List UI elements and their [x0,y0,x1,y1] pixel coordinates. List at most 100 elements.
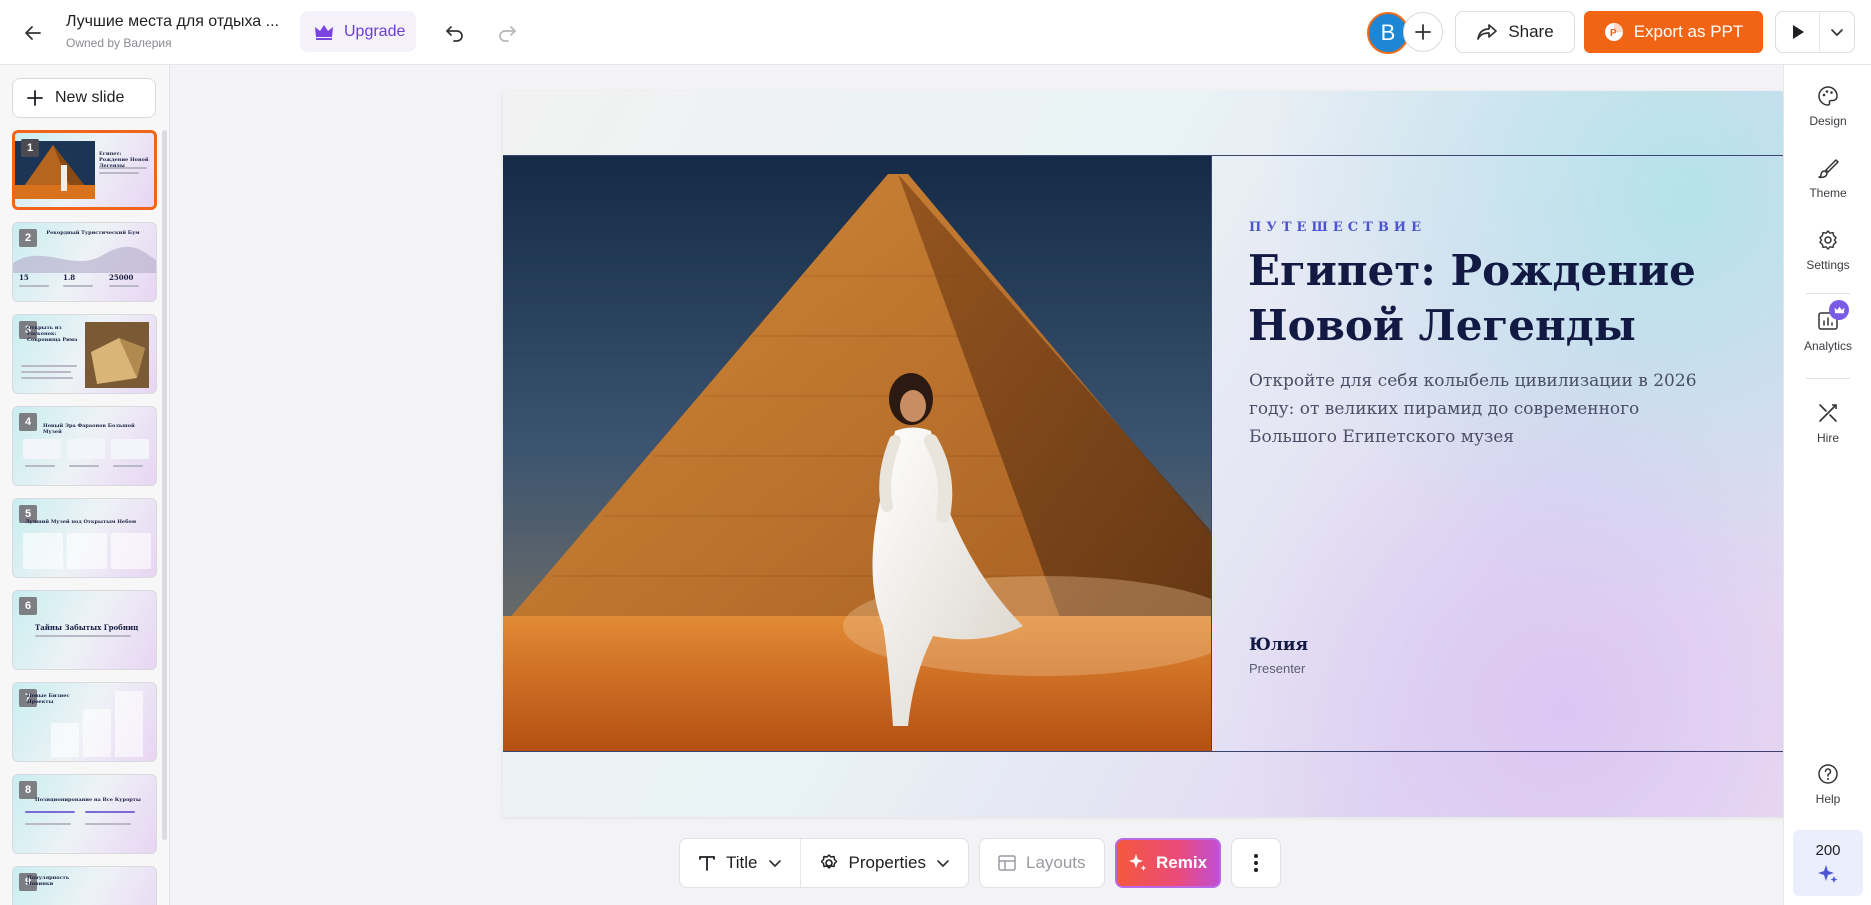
sparkle-icon [1129,854,1147,871]
slide-toolbar: Title Properties Layouts Remix [679,838,1281,888]
rail-separator [1806,293,1850,294]
slide-number: 1 [21,139,39,157]
thumbnail-text-line [63,285,93,287]
chevron-down-icon [768,860,781,868]
thumbnail-title: Позиционирование на Все Курорты [35,797,141,803]
brush-icon [1818,159,1839,179]
credits-count: 200 [1815,841,1841,859]
slide-thumbnail-7[interactable]: 7 Новые Бизнес Проекты [12,682,157,762]
chevron-down-icon [1831,29,1843,37]
thumbnail-text-line [25,823,71,825]
upgrade-label: Upgrade [344,22,406,40]
theme-button[interactable]: Theme [1784,157,1871,200]
analytics-icon-wrapper [1817,300,1849,332]
thumbnail-text-line [69,465,99,467]
settings-button[interactable]: Settings [1784,229,1871,272]
slide-title[interactable]: Египет: Рождение Новой Легенды [1248,243,1718,353]
back-button[interactable] [18,18,48,48]
ruins-thumbnail-image [85,322,149,388]
layouts-button[interactable]: Layouts [980,839,1104,887]
right-rail: Design Theme Settings Analytics Hire Hel… [1783,65,1871,905]
hire-label: Hire [1816,431,1839,445]
text-style-dropdown[interactable]: Title [680,839,800,887]
more-options-button[interactable] [1230,838,1281,888]
thumbnail-text-line [21,377,73,379]
slide-thumbnail-1[interactable]: 1 Египет: Рождение Новой Легенды [12,130,157,210]
thumbnail-title: Рекордный Туристический Бум [46,230,140,236]
presenter-role[interactable]: Presenter [1249,661,1305,676]
slide-thumbnail-2[interactable]: 2 Рекордный Туристический Бум 15 1.8 250… [12,222,157,302]
thumbnail-text-line [19,285,49,287]
undo-button[interactable] [440,18,470,48]
hire-button[interactable]: Hire [1784,402,1871,445]
thumbnail-text-line [25,465,55,467]
present-button[interactable] [1776,12,1820,52]
document-title[interactable]: Лучшие места для отдыха ... [66,13,279,31]
remix-button[interactable]: Remix [1114,838,1221,888]
layout-icon [998,855,1016,871]
slide-thumbnail-5[interactable]: 5 Лучший Музей под Открытым Небом [12,498,157,578]
feature-card [111,439,149,459]
powerpoint-icon: P [1604,23,1623,41]
slide-thumbnail-9[interactable]: 9 Популярность Новинки [12,866,157,905]
new-slide-button[interactable]: New slide [12,78,156,118]
theme-label: Theme [1809,186,1847,200]
slide-thumbnail-6[interactable]: 6 Тайны Забытых Гробниц [12,590,157,670]
slides-scrollbar[interactable] [162,130,167,840]
slide-thumbnail-3[interactable]: 3 Открыть из Раскопок: Сокровища Рима [12,314,157,394]
help-icon [1818,764,1838,784]
properties-dropdown[interactable]: Properties [801,839,968,887]
new-slide-label: New slide [55,89,125,106]
slide-kicker[interactable]: ПУТЕШЕСТВИЕ [1249,220,1426,235]
thumbnail-text-line [21,365,77,367]
chevron-down-icon [937,860,949,868]
share-button[interactable]: Share [1455,11,1575,53]
remix-label: Remix [1156,853,1208,872]
present-options-button[interactable] [1820,12,1854,52]
step-card [23,533,63,569]
slide-thumbnail-4[interactable]: 4 Новый Эра Фараонов Большой Музей [12,406,157,486]
sparkle-icon [1818,864,1838,883]
share-arrow-icon [1477,24,1498,40]
thumbnail-title: Тайны Забытых Гробниц [35,623,139,632]
stat-value: 25000 [109,273,134,282]
redo-button[interactable] [492,18,522,48]
plus-icon [1415,24,1431,40]
layouts-group: Layouts [978,838,1105,888]
divider-line [503,751,1791,752]
upgrade-button[interactable]: Upgrade [300,11,416,52]
settings-label: Settings [1806,258,1850,272]
more-vertical-icon [1253,854,1258,872]
share-label: Share [1508,22,1554,41]
export-ppt-button[interactable]: P Export as PPT [1584,11,1763,53]
slide-thumbnail-8[interactable]: 8 Позиционирование на Все Курорты [12,774,157,854]
thumbnail-text-line [99,167,147,169]
thumbnail-title: Новые Бизнес Проекты [27,693,70,705]
analytics-button[interactable]: Analytics [1784,300,1871,353]
step-card [111,533,151,569]
stat-value: 15 [19,273,29,282]
slide-hero-image[interactable] [503,156,1211,751]
text-style-label: Title [726,853,758,872]
slides-panel: New slide 1 Египет: Рождение Новой Леген… [0,65,170,905]
thumbnail-title: Новый Эра Фараонов Большой Музей [43,423,135,435]
slide-number: 6 [19,597,37,615]
presenter-name[interactable]: Юлия [1249,635,1308,655]
design-button[interactable]: Design [1784,85,1871,128]
svg-text:P: P [1610,28,1617,39]
slide-subtitle[interactable]: Откройте для себя колыбель цивилизации в… [1249,367,1709,451]
add-collaborator-button[interactable] [1403,12,1443,52]
thumbnail-text-line [109,285,139,287]
help-button[interactable]: Help [1784,763,1871,806]
play-icon [1792,25,1804,39]
palette-icon [1818,86,1838,106]
thumbnail-title: Открыть из Раскопок: Сокровища Рима [27,325,78,343]
thumbnail-text-line [35,635,131,637]
pyramid-photo [503,156,1211,751]
ai-credits-button[interactable]: 200 [1793,830,1863,896]
document-owner: Owned by Валерия [66,36,172,50]
arrow-left-icon [25,26,41,40]
slide-canvas[interactable]: ПУТЕШЕСТВИЕ Египет: Рождение Новой Леген… [503,91,1791,817]
analytics-label: Analytics [1803,339,1853,353]
divider-line [1211,155,1212,751]
